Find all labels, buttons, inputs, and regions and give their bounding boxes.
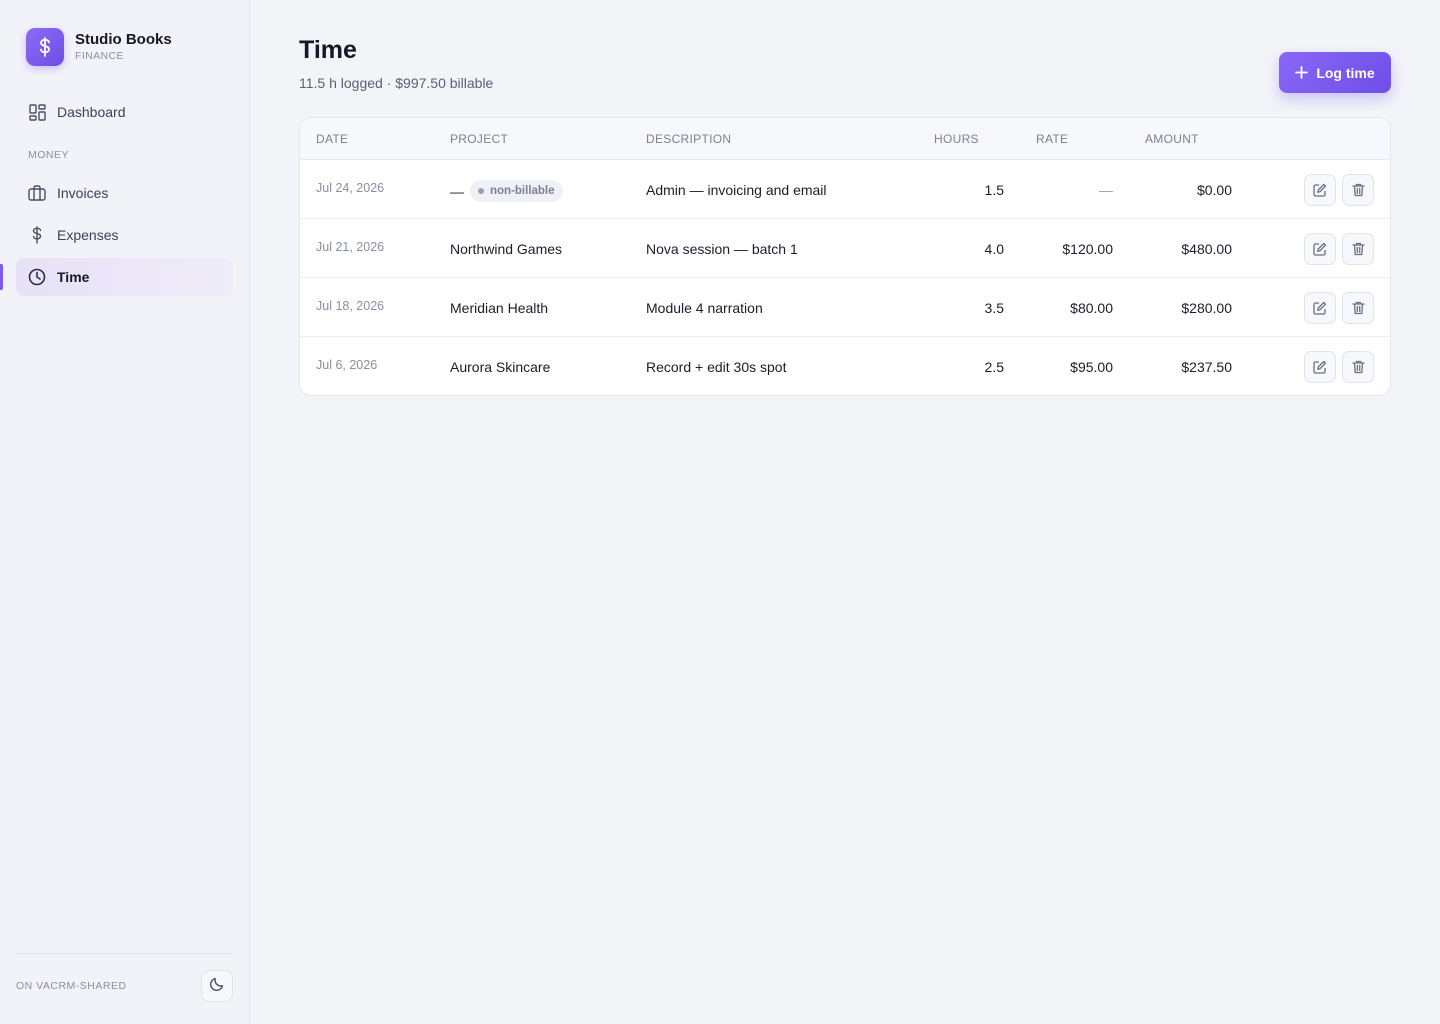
column-header-amount[interactable]: AMOUNT [1145,132,1199,146]
sidebar: Studio Books FINANCE Dashboard MONEY Inv… [0,0,250,1024]
cell-date: Jul 21, 2026 [316,240,385,254]
page-summary: 11.5 h logged · $997.50 billable [299,75,494,91]
sidebar-item-label: Expenses [57,227,119,243]
table-header: DATE PROJECT DESCRIPTION HOURS RATE AMOU… [300,118,1390,160]
sidebar-item-label: Time [57,269,90,285]
column-header-project[interactable]: PROJECT [450,132,508,146]
cell-amount: $237.50 [1181,359,1232,375]
cell-date: Jul 18, 2026 [316,299,385,313]
page-title: Time [299,36,357,64]
sidebar-item-invoices[interactable]: Invoices [16,174,233,212]
sidebar-item-expenses[interactable]: Expenses [16,216,233,254]
cell-rate: — [1099,182,1113,198]
sidebar-item-dashboard[interactable]: Dashboard [16,93,233,131]
edit-button[interactable] [1304,351,1336,383]
cell-hours: 4.0 [984,241,1004,257]
brand[interactable]: Studio Books FINANCE [26,28,172,66]
briefcase-icon [28,184,46,202]
trash-icon [1351,360,1365,374]
cell-hours: 3.5 [984,300,1004,316]
delete-button[interactable] [1342,233,1374,265]
clock-icon [28,268,46,286]
cell-amount: $480.00 [1181,241,1232,257]
sidebar-item-time[interactable]: Time [16,258,233,296]
dollar-icon [26,28,64,66]
sidebar-item-label: Dashboard [57,104,126,120]
edit-button[interactable] [1304,174,1336,206]
divider [16,953,233,954]
cell-hours: 1.5 [984,182,1004,198]
workspace-label: ON VACRM-SHARED [16,980,127,992]
trash-icon [1351,301,1365,315]
time-table: DATE PROJECT DESCRIPTION HOURS RATE AMOU… [299,117,1391,396]
active-indicator [0,264,3,290]
table-row[interactable]: Jul 24, 2026 — non-billable Admin — invoi… [300,160,1390,219]
cell-description: Nova session — batch 1 [646,241,798,257]
cell-description: Record + edit 30s spot [646,359,787,375]
edit-icon [1313,183,1327,197]
dashboard-icon [28,103,46,121]
cell-hours: 2.5 [984,359,1004,375]
table-row[interactable]: Jul 21, 2026 Northwind Games Nova sessio… [300,219,1390,278]
edit-icon [1313,301,1327,315]
section-label-money: MONEY [28,149,70,161]
cell-rate: $95.00 [1070,359,1113,375]
sidebar-item-label: Invoices [57,185,109,201]
delete-button[interactable] [1342,292,1374,324]
cell-project: Aurora Skincare [450,359,551,375]
dollar-icon [28,226,46,244]
cell-rate: $80.00 [1070,300,1113,316]
status-badge: non-billable [470,180,563,202]
cell-rate: $120.00 [1062,241,1113,257]
theme-toggle-button[interactable] [201,970,233,1002]
cell-amount: $280.00 [1181,300,1232,316]
dot-icon [478,188,484,194]
cell-project: Meridian Health [450,300,549,316]
cell-date: Jul 6, 2026 [316,358,378,372]
cell-description: Module 4 narration [646,300,763,316]
column-header-description[interactable]: DESCRIPTION [646,132,731,146]
log-time-button[interactable]: Log time [1279,52,1391,93]
edit-icon [1313,360,1327,374]
cell-project: Northwind Games [450,241,563,257]
edit-icon [1313,242,1327,256]
project-name: — [450,183,464,200]
cell-amount: $0.00 [1196,182,1232,198]
column-header-hours[interactable]: HOURS [934,132,979,146]
plus-icon [1295,66,1309,79]
log-time-label: Log time [1316,64,1375,81]
edit-button[interactable] [1304,233,1336,265]
edit-button[interactable] [1304,292,1336,324]
trash-icon [1351,242,1365,256]
brand-name: Studio Books [75,31,172,48]
cell-project: — non-billable [450,180,563,204]
cell-date: Jul 24, 2026 [316,181,385,195]
column-header-date[interactable]: DATE [316,132,348,146]
delete-button[interactable] [1342,351,1374,383]
cell-description: Admin — invoicing and email [646,182,827,198]
table-row[interactable]: Jul 6, 2026 Aurora Skincare Record + edi… [300,337,1390,395]
column-header-rate[interactable]: RATE [1036,132,1068,146]
brand-subtitle: FINANCE [75,50,124,62]
badge-label: non-billable [490,185,555,197]
trash-icon [1351,183,1365,197]
table-row[interactable]: Jul 18, 2026 Meridian Health Module 4 na… [300,278,1390,337]
delete-button[interactable] [1342,174,1374,206]
moon-icon [209,976,225,997]
